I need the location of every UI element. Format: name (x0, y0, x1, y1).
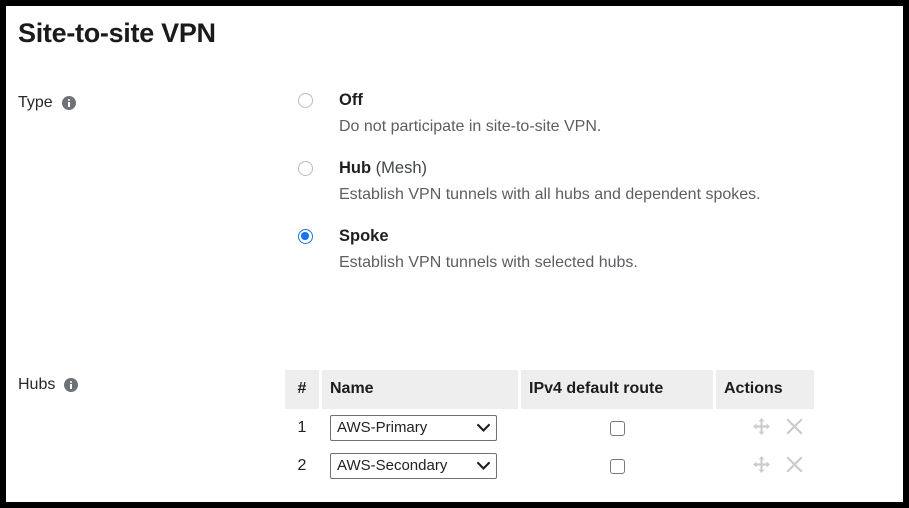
page-title: Site-to-site VPN (18, 18, 216, 48)
column-header-ipv4-default-route: IPv4 default route (521, 370, 713, 409)
move-icon[interactable] (752, 455, 771, 474)
column-header-name: Name (322, 370, 518, 409)
radio-option-off[interactable]: Off Do not participate in site-to-site V… (294, 90, 903, 137)
radio-title-spoke: Spoke (339, 227, 389, 245)
column-header-index: # (285, 370, 319, 409)
table-row: 1 AWS-Primary (285, 409, 814, 447)
site-to-site-vpn-panel: Site-to-site VPN Type Off Do not partici… (6, 6, 903, 502)
info-icon[interactable] (61, 96, 76, 110)
row-action-icons (752, 417, 804, 436)
info-icon[interactable] (64, 378, 79, 392)
hubs-table-body: 1 AWS-Primary 2 AWS-Secondary (285, 409, 814, 485)
hubs-table-head: # Name IPv4 default route Actions (285, 370, 814, 409)
row-index: 1 (285, 409, 319, 447)
screenshot-frame: Site-to-site VPN Type Off Do not partici… (0, 0, 909, 508)
radio-option-spoke[interactable]: Spoke Establish VPN tunnels with selecte… (294, 226, 903, 273)
type-label-text: Type (18, 94, 53, 111)
row-ipv4-default-route-cell (521, 447, 713, 485)
radio-label-hub: Hub (Mesh) (339, 158, 903, 179)
radio-mark-off[interactable] (298, 93, 313, 108)
radio-description-hub: Establish VPN tunnels with all hubs and … (339, 186, 761, 203)
move-icon[interactable] (752, 417, 771, 436)
row-name-cell: AWS-Primary (322, 409, 518, 447)
radio-option-hub[interactable]: Hub (Mesh) Establish VPN tunnels with al… (294, 158, 903, 205)
radio-title-off: Off (339, 91, 363, 109)
hub-name-select-wrap: AWS-Primary (330, 415, 497, 441)
radio-mark-spoke[interactable] (298, 229, 313, 244)
vpn-type-radio-group[interactable]: Off Do not participate in site-to-site V… (294, 90, 903, 273)
radio-label-off: Off (339, 90, 903, 111)
radio-description-off: Do not participate in site-to-site VPN. (339, 118, 602, 135)
radio-label-spoke: Spoke (339, 226, 903, 247)
row-actions-cell (716, 447, 814, 485)
type-field-label: Type (18, 94, 76, 112)
column-header-actions: Actions (716, 370, 814, 409)
row-index: 2 (285, 447, 319, 485)
row-ipv4-default-route-cell (521, 409, 713, 447)
hubs-field-label: Hubs (18, 376, 79, 394)
row-action-icons (752, 455, 804, 474)
row-actions-cell (716, 409, 814, 447)
ipv4-default-route-checkbox[interactable] (609, 459, 625, 475)
hubs-table: # Name IPv4 default route Actions 1 AWS-… (282, 370, 817, 485)
close-icon[interactable] (785, 417, 804, 436)
radio-description-spoke: Establish VPN tunnels with selected hubs… (339, 254, 638, 271)
radio-mark-hub[interactable] (298, 161, 313, 176)
radio-suffix-hub: (Mesh) (371, 159, 427, 177)
hub-name-select-wrap: AWS-Secondary (330, 453, 497, 479)
close-icon[interactable] (785, 455, 804, 474)
hubs-label-text: Hubs (18, 376, 56, 393)
hub-name-select[interactable]: AWS-Primary (330, 415, 497, 441)
hubs-table-header-row: # Name IPv4 default route Actions (285, 370, 814, 409)
radio-title-hub: Hub (339, 159, 372, 177)
row-name-cell: AWS-Secondary (322, 447, 518, 485)
table-row: 2 AWS-Secondary (285, 447, 814, 485)
hub-name-select[interactable]: AWS-Secondary (330, 453, 497, 479)
ipv4-default-route-checkbox[interactable] (609, 421, 625, 437)
